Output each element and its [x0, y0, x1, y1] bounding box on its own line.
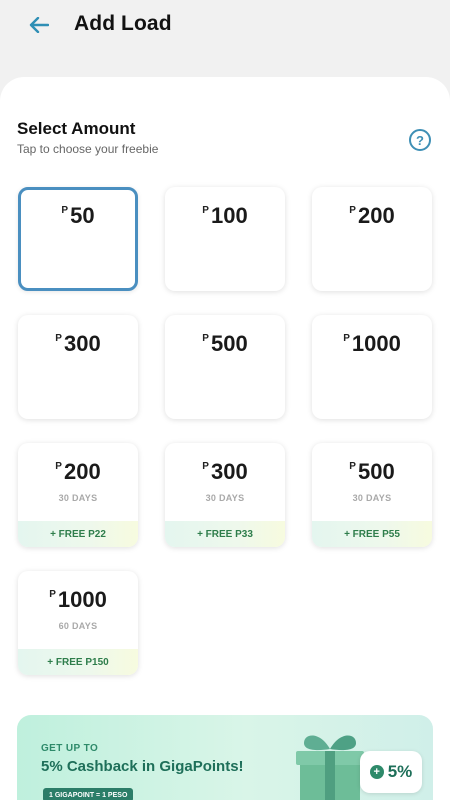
plus-coin-icon: +	[369, 765, 384, 779]
amount-value: P300	[165, 459, 285, 485]
amount-number: 1000	[351, 331, 401, 356]
peso-symbol: P	[55, 461, 62, 472]
cashback-percent: 5%	[387, 762, 413, 781]
peso-symbol: P	[349, 205, 356, 216]
peso-symbol: P	[202, 205, 209, 216]
peso-symbol: P	[55, 333, 62, 344]
amount-number: 200	[63, 459, 101, 484]
amount-card-1000[interactable]: P1000	[312, 315, 432, 419]
app-header: Add Load	[0, 0, 450, 60]
amount-card-500[interactable]: P500	[165, 315, 285, 419]
amount-number: 50	[70, 203, 95, 228]
amount-value: P200	[18, 459, 138, 485]
promo-card-500[interactable]: P500 30 DAYS + FREE P55	[312, 443, 432, 547]
amount-number: 100	[210, 203, 248, 228]
page-title: Add Load	[74, 12, 172, 35]
gift-box-icon	[290, 727, 370, 800]
amount-value: P100	[165, 203, 285, 229]
gigapoints-promo-banner[interactable]: GET UP TO 5% Cashback in GigaPoints! 1 G…	[17, 715, 433, 800]
validity-label: 30 DAYS	[58, 493, 98, 503]
section-subtitle: Tap to choose your freebie	[17, 142, 159, 156]
help-icon[interactable]: ?	[409, 129, 431, 151]
peso-symbol: P	[61, 205, 69, 216]
section-title: Select Amount	[17, 119, 136, 138]
validity-label: 30 DAYS	[352, 493, 392, 503]
promo-card-300[interactable]: P300 30 DAYS + FREE P33	[165, 443, 285, 547]
validity-label: 30 DAYS	[205, 493, 245, 503]
amount-value: P1000	[18, 587, 138, 613]
freebie-label: + FREE P33	[165, 521, 285, 547]
freebie-label: + FREE P150	[18, 649, 138, 675]
validity-label: 60 DAYS	[58, 621, 98, 631]
peso-symbol: P	[349, 461, 356, 472]
amount-value: P1000	[312, 331, 432, 357]
amount-number: 200	[357, 203, 395, 228]
back-arrow-icon[interactable]	[26, 12, 52, 38]
peso-symbol: P	[202, 333, 209, 344]
promo-pill: 1 GIGAPOINT = 1 PESO	[43, 788, 134, 800]
promo-title: 5% Cashback in GigaPoints!	[41, 758, 244, 775]
amount-value: P300	[18, 331, 138, 357]
amount-value: P500	[312, 459, 432, 485]
amount-number: 500	[357, 459, 395, 484]
amount-card-100[interactable]: P100	[165, 187, 285, 291]
amount-number: 500	[210, 331, 248, 356]
amount-card-50[interactable]: P50	[18, 187, 138, 291]
freebie-label: + FREE P22	[18, 521, 138, 547]
peso-symbol: P	[49, 589, 56, 600]
amount-value: P200	[312, 203, 432, 229]
amount-value: P50	[21, 203, 135, 229]
content-sheet: Select Amount Tap to choose your freebie…	[0, 77, 450, 800]
promo-eyebrow: GET UP TO	[41, 743, 99, 754]
amount-number: 1000	[57, 587, 107, 612]
amount-card-300[interactable]: P300	[18, 315, 138, 419]
freebie-label: + FREE P55	[312, 521, 432, 547]
cashback-badge: + 5%	[360, 751, 422, 793]
amount-value: P500	[165, 331, 285, 357]
promo-card-1000[interactable]: P1000 60 DAYS + FREE P150	[18, 571, 138, 675]
promo-card-200[interactable]: P200 30 DAYS + FREE P22	[18, 443, 138, 547]
amount-number: 300	[210, 459, 248, 484]
peso-symbol: P	[343, 333, 350, 344]
peso-symbol: P	[202, 461, 209, 472]
amount-card-200[interactable]: P200	[312, 187, 432, 291]
amount-number: 300	[63, 331, 101, 356]
